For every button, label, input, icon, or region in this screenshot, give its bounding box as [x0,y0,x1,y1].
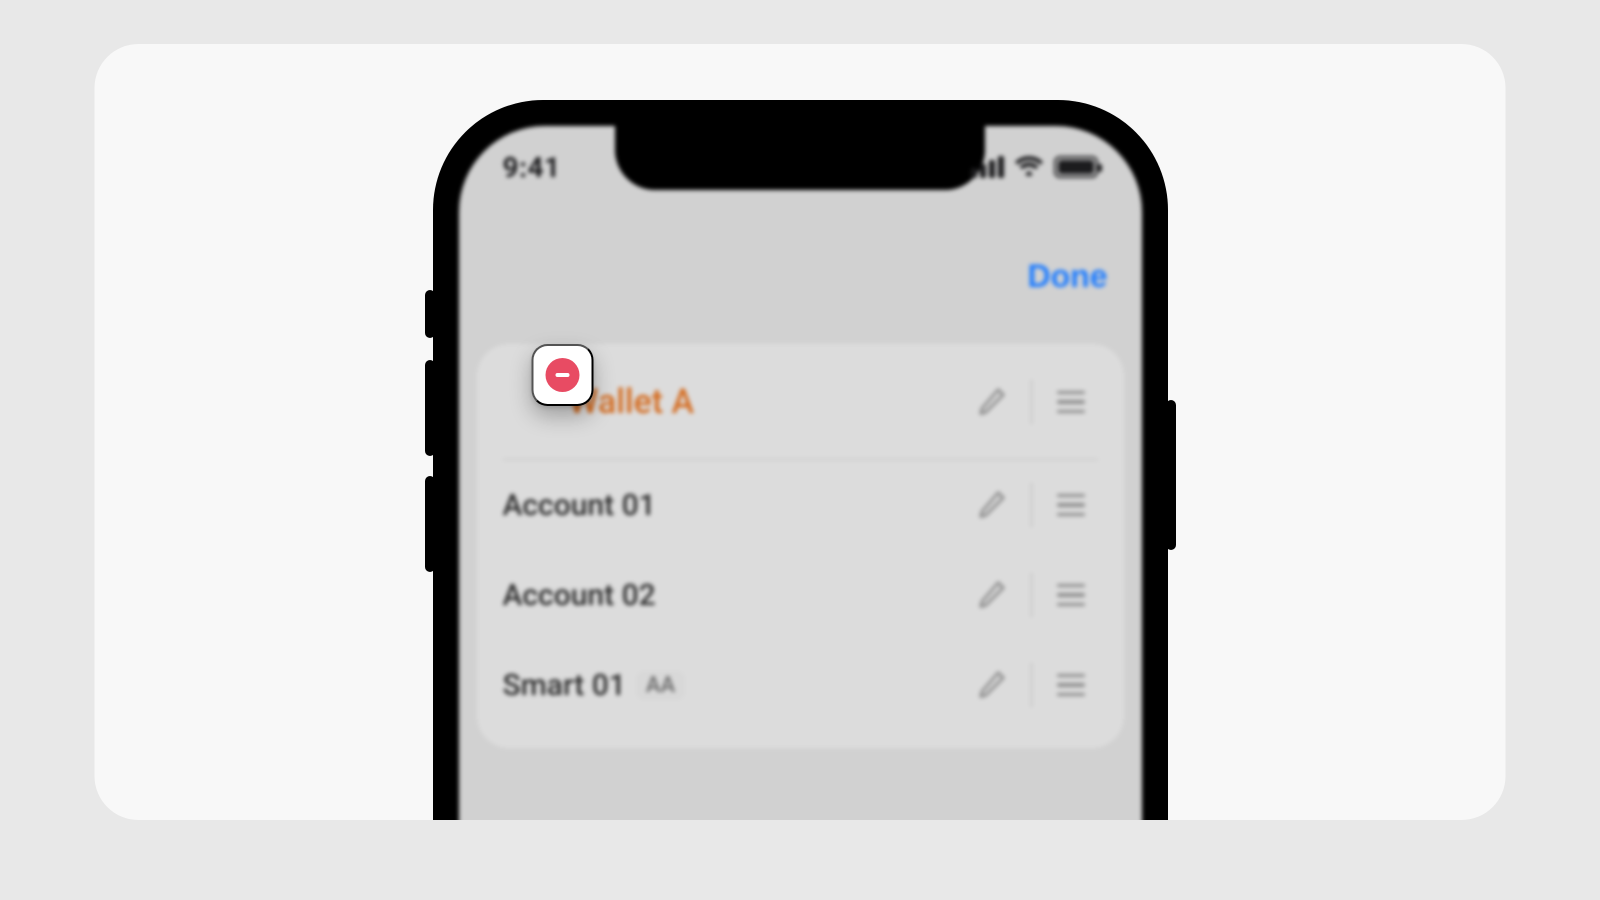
divider [1031,663,1032,707]
list-item: Smart 01 AA [477,640,1124,730]
side-button [425,476,435,572]
nav-bar: Done [459,236,1142,316]
drag-handle-icon [1057,494,1085,517]
drag-handle[interactable] [1044,568,1098,622]
status-indicators [971,154,1098,180]
item-label: Account 02 [503,578,656,613]
cellular-icon [971,156,1004,178]
side-button [425,290,435,338]
divider [1031,380,1032,424]
edit-button[interactable] [965,658,1019,712]
list-item: Account 02 [477,550,1124,640]
item-label: Smart 01 [503,668,626,703]
drag-handle-icon [1057,584,1085,607]
status-bar: 9:41 [459,126,1142,208]
drag-handle[interactable] [1044,478,1098,532]
edit-button[interactable] [965,375,1019,429]
pencil-icon [977,386,1007,419]
side-button [1166,400,1176,550]
divider [1031,573,1032,617]
done-button[interactable]: Done [1028,258,1108,295]
delete-wallet-button[interactable] [532,344,594,406]
item-badge: AA [636,671,685,700]
side-button [425,360,435,456]
stage: 9:41 Done Wallet A [95,44,1506,820]
wifi-icon [1014,154,1044,180]
drag-handle[interactable] [1044,658,1098,712]
item-label: Account 01 [503,488,656,523]
pencil-icon [977,579,1007,612]
status-time: 9:41 [503,151,561,184]
battery-icon [1054,156,1098,178]
pencil-icon [977,489,1007,522]
edit-button[interactable] [965,568,1019,622]
divider [1031,483,1032,527]
phone-frame: 9:41 Done Wallet A [433,100,1168,820]
minus-circle-icon [546,358,580,392]
drag-handle[interactable] [1044,375,1098,429]
phone-screen: 9:41 Done Wallet A [459,126,1142,820]
pencil-icon [977,669,1007,702]
list-item: Account 01 [477,460,1124,550]
drag-handle-icon [1057,391,1085,414]
edit-button[interactable] [965,478,1019,532]
drag-handle-icon [1057,674,1085,697]
